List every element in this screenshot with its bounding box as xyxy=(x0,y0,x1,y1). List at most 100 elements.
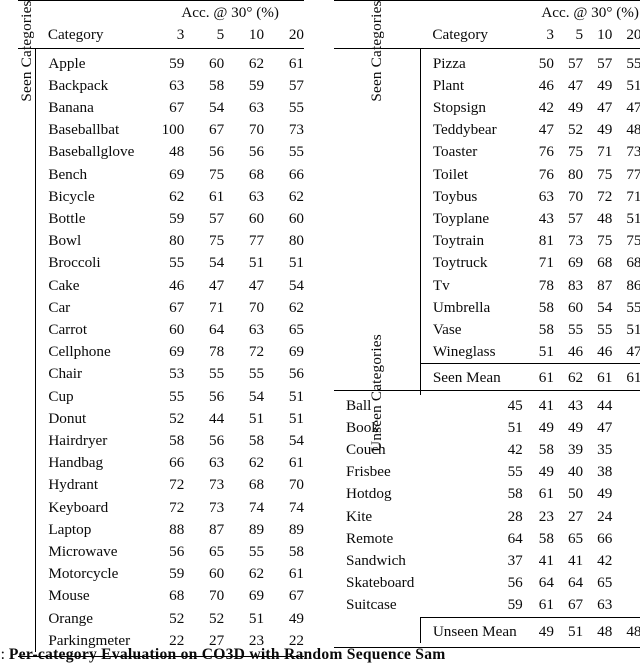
value-cell-col3: 64 xyxy=(567,574,584,592)
value-cell-col1: 69 xyxy=(169,343,185,361)
table-row-seen: Bicycle 62 61 63 62 xyxy=(18,186,304,208)
category-name-cell: Bench xyxy=(48,165,88,183)
value-cell-col3: 43 xyxy=(567,396,584,414)
table-row-seen: Chair 53 55 55 56 xyxy=(18,363,304,385)
value-cell-col1: 60 xyxy=(169,320,185,338)
caption-title: Per-category Evaluation on CO3D with Ran… xyxy=(8,646,446,663)
category-name-cell: Seen Mean xyxy=(432,369,501,387)
value-cell-col2: 23 xyxy=(538,507,554,525)
value-cell-col4: 68 xyxy=(626,254,640,272)
table-row-seen: Car 67 71 70 62 xyxy=(18,297,304,319)
table-row-seen: Hairdryer 58 56 58 54 xyxy=(18,430,304,452)
value-cell-col3: 87 xyxy=(597,276,613,294)
category-name-cell: Cup xyxy=(48,387,74,405)
category-name-cell: Baseballglove xyxy=(48,143,135,161)
value-cell-col3: 63 xyxy=(248,98,265,116)
value-cell-col4: 60 xyxy=(288,209,304,227)
value-cell-col2: 63 xyxy=(209,454,225,472)
value-cell-col4: 61 xyxy=(626,369,640,387)
value-cell-col4: 51 xyxy=(626,76,640,94)
value-cell-col1: 46 xyxy=(169,276,185,294)
value-cell-col1: 53 xyxy=(169,365,185,383)
value-cell-col4: 66 xyxy=(597,529,613,547)
value-cell-col2: 62 xyxy=(567,369,584,387)
rotated-label-gutter-cell xyxy=(18,52,37,652)
table-row-unseen-mean: Unseen Mean 49 51 48 48 xyxy=(334,620,640,643)
value-cell-col2: 73 xyxy=(209,476,225,494)
table-row-unseen: Suitcase 59 61 67 63 xyxy=(334,594,640,617)
header-col-3-right: 3 xyxy=(546,26,554,43)
table-row-seen: Bowl 80 75 77 80 xyxy=(18,230,304,252)
table-row-unseen: Kite 28 23 27 24 xyxy=(334,506,640,528)
value-cell-col2: 41 xyxy=(538,551,554,569)
value-cell-col3: 27 xyxy=(567,507,584,525)
value-cell-col2: 56 xyxy=(209,387,225,405)
value-cell-col4: 51 xyxy=(288,387,304,405)
category-name-cell: Cellphone xyxy=(48,343,111,361)
value-cell-col1: 72 xyxy=(169,498,185,516)
value-cell-col1: 28 xyxy=(507,507,523,525)
value-cell-col4: 89 xyxy=(288,520,304,538)
value-cell-col1: 67 xyxy=(169,298,185,316)
value-cell-col1: 50 xyxy=(538,54,554,72)
value-cell-col1: 63 xyxy=(538,187,554,205)
row-group-label-unseen: Unseen Categories xyxy=(367,333,385,452)
value-cell-col4: 47 xyxy=(626,98,640,116)
value-cell-col3: 40 xyxy=(567,463,584,481)
value-cell-col4: 24 xyxy=(597,507,613,525)
category-name-cell: Frisbee xyxy=(346,463,391,481)
value-cell-col4: 42 xyxy=(597,551,613,569)
left-table-block: Acc. @ 30° (%) Category 3 5 10 20 Seen C… xyxy=(18,0,304,657)
value-cell-col3: 89 xyxy=(248,520,265,538)
category-name-cell: Backpack xyxy=(48,76,109,94)
value-cell-col2: 57 xyxy=(209,209,225,227)
value-cell-col4: 75 xyxy=(626,232,640,250)
value-cell-col1: 69 xyxy=(169,165,185,183)
value-cell-col2: 47 xyxy=(209,276,225,294)
rotated-label-gutter-cell xyxy=(334,52,421,364)
category-name-cell: Toytrain xyxy=(432,232,485,250)
table-row-seen: Motorcycle 59 60 62 61 xyxy=(18,563,304,585)
table-row-seen: Baseballglove 48 56 56 55 xyxy=(18,141,304,163)
value-cell-col3: 54 xyxy=(597,298,613,316)
value-cell-col3: 62 xyxy=(248,454,265,472)
value-cell-col3: 70 xyxy=(248,121,265,139)
value-cell-col2: 44 xyxy=(209,409,225,427)
value-cell-col1: 55 xyxy=(507,463,523,481)
value-cell-col4: 48 xyxy=(626,121,640,139)
value-cell-col1: 58 xyxy=(538,320,554,338)
category-name-cell: Remote xyxy=(346,529,394,547)
value-cell-col4: 51 xyxy=(288,254,304,272)
table-row-unseen: Frisbee 55 49 40 38 xyxy=(334,461,640,483)
value-cell-col1: 76 xyxy=(538,143,554,161)
category-name-cell: Cake xyxy=(48,276,80,294)
value-cell-col2: 69 xyxy=(567,254,584,272)
value-cell-col1: 55 xyxy=(169,387,185,405)
table-row-seen: Donut 52 44 51 51 xyxy=(18,408,304,430)
category-name-cell: Toaster xyxy=(432,143,478,161)
value-cell-col1: 76 xyxy=(538,165,554,183)
category-name-cell: Vase xyxy=(432,320,462,338)
header-category: Category xyxy=(47,26,104,43)
header-col-20-right: 20 xyxy=(626,26,640,43)
value-cell-col2: 60 xyxy=(209,565,225,583)
value-cell-col4: 51 xyxy=(626,320,640,338)
value-cell-col2: 57 xyxy=(567,209,584,227)
value-cell-col1: 59 xyxy=(169,209,185,227)
value-cell-col3: 50 xyxy=(567,485,584,503)
category-name-cell: Skateboard xyxy=(346,574,415,592)
category-name-cell: Bottle xyxy=(48,209,86,227)
value-cell-col1: 63 xyxy=(169,76,185,94)
left-table-body: Apple 59 60 62 61 Backpack 63 58 59 57 Banana 67 54 6… xyxy=(18,52,304,652)
left-results-table: Acc. @ 30° (%) Category 3 5 10 20 Seen C… xyxy=(18,0,304,657)
value-cell-col3: 68 xyxy=(248,476,265,494)
value-cell-col2: 49 xyxy=(538,418,554,436)
value-cell-col2: 61 xyxy=(538,596,554,614)
value-cell-col2: 67 xyxy=(209,121,225,139)
value-cell-col2: 56 xyxy=(209,143,225,161)
value-cell-col3: 48 xyxy=(597,209,613,227)
value-cell-col3: 68 xyxy=(597,254,613,272)
value-cell-col4: 55 xyxy=(288,143,304,161)
category-name-cell: Laptop xyxy=(48,520,92,538)
value-cell-col3: 71 xyxy=(597,143,613,161)
